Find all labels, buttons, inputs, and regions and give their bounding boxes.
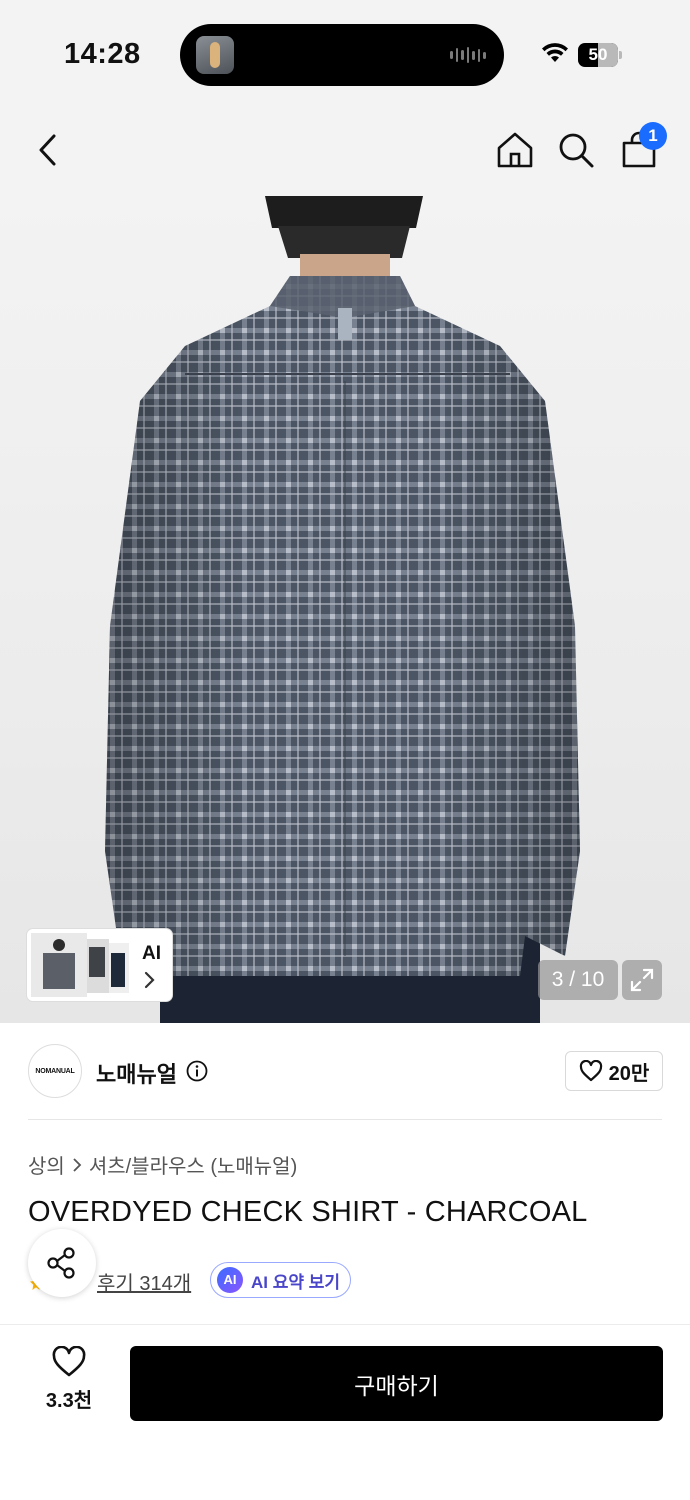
home-button[interactable] <box>493 128 537 172</box>
audio-waveform-icon <box>450 46 487 64</box>
ai-summary-label: AI 요약 보기 <box>251 1272 341 1292</box>
cart-button[interactable]: 1 <box>617 122 667 172</box>
home-icon <box>497 132 533 168</box>
chevron-right-icon <box>73 1157 82 1172</box>
ai-shortcut-label: AI <box>142 943 161 964</box>
brand-logo[interactable]: NOMANUAL <box>28 1044 82 1098</box>
info-icon[interactable] <box>186 1060 208 1082</box>
share-icon <box>47 1247 75 1279</box>
ai-summary-button[interactable]: AI AI 요약 보기 <box>210 1262 351 1298</box>
app-header: 1 <box>0 104 690 196</box>
wishlist-count: 3.3천 <box>45 1390 93 1412</box>
heart-icon <box>579 1060 602 1082</box>
dynamic-island[interactable] <box>180 24 504 86</box>
brand-like-count: 20만 <box>608 1062 650 1085</box>
battery-indicator: 50 <box>578 43 622 67</box>
status-bar: 14:28 50 <box>0 0 690 104</box>
battery-level: 50 <box>588 45 608 64</box>
cart-count-badge: 1 <box>639 122 667 150</box>
search-icon <box>559 133 594 168</box>
product-title: OVERDYED CHECK SHIRT - CHARCOAL <box>28 1196 588 1228</box>
breadcrumb-subcategory[interactable]: 셔츠/블라우스 (노매뉴얼) <box>89 1150 297 1179</box>
back-button[interactable] <box>26 128 70 172</box>
now-playing-artwork <box>196 36 234 74</box>
section-divider <box>28 1119 662 1120</box>
similar-products-preview <box>31 933 129 997</box>
expand-icon <box>630 968 654 992</box>
share-button[interactable] <box>28 1229 96 1297</box>
breadcrumb-category[interactable]: 상의 <box>28 1150 65 1179</box>
buy-button[interactable]: 구매하기 <box>130 1346 663 1421</box>
image-page-indicator: 3 / 10 <box>538 960 618 1000</box>
heart-icon <box>52 1346 86 1377</box>
ai-badge: AI <box>217 1267 243 1293</box>
wifi-icon <box>542 43 568 62</box>
status-time: 14:28 <box>64 38 141 70</box>
reviews-link[interactable]: 후기 314개 <box>97 1267 191 1296</box>
ai-similar-products-thumb[interactable]: AI <box>27 929 172 1001</box>
brand-like-button[interactable]: 20만 <box>565 1051 663 1091</box>
search-button[interactable] <box>554 128 598 172</box>
wishlist-button[interactable]: 3.3천 <box>34 1346 104 1418</box>
breadcrumb: 상의 셔츠/블라우스 (노매뉴얼) <box>28 1150 297 1179</box>
product-image[interactable] <box>0 196 690 1023</box>
chevron-right-icon <box>144 971 155 989</box>
back-chevron-icon <box>39 134 56 166</box>
expand-image-button[interactable] <box>622 960 662 1000</box>
product-photo <box>105 196 580 1023</box>
brand-name[interactable]: 노매뉴얼 <box>96 1057 177 1089</box>
